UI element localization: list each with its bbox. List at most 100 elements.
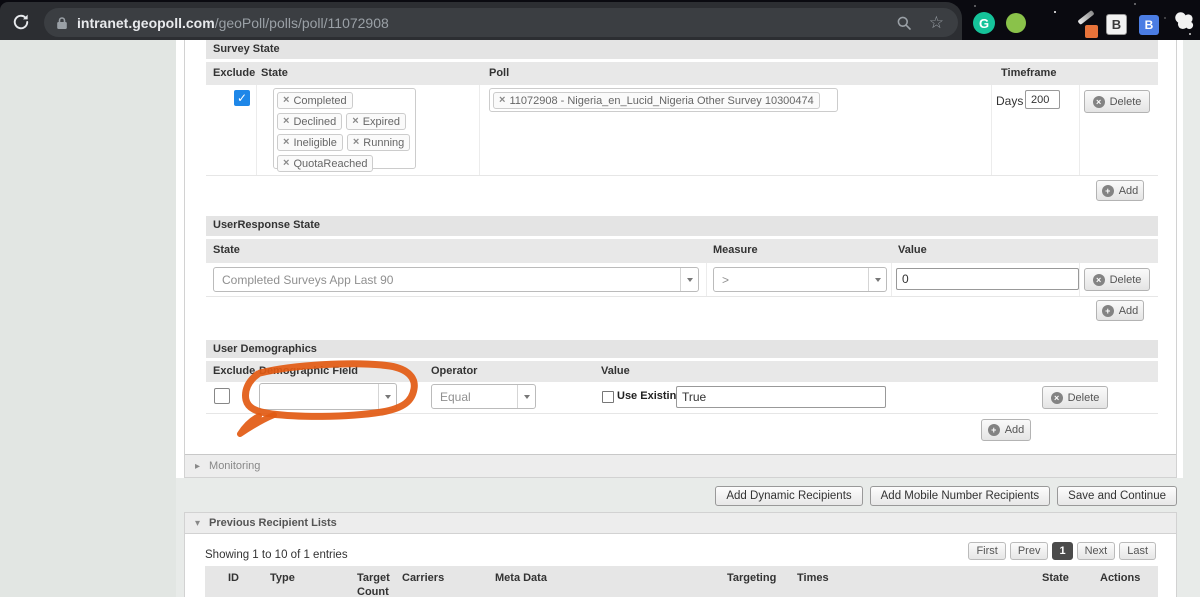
- col-times: Times: [797, 572, 829, 584]
- browser-chrome: intranet.geopoll.com/geoPoll/polls/poll/…: [0, 0, 1200, 40]
- measure-select[interactable]: >: [713, 267, 887, 292]
- poll-multiselect[interactable]: ×11072908 - Nigeria_en_Lucid_Nigeria Oth…: [489, 88, 838, 112]
- state-multiselect[interactable]: ×Completed ×Declined ×Expired ×Ineligibl…: [273, 88, 416, 169]
- b-white-extension-icon[interactable]: B: [1106, 14, 1127, 35]
- add-button[interactable]: +Add: [1096, 300, 1144, 321]
- col-actions: Actions: [1100, 572, 1140, 584]
- remove-tag-icon[interactable]: ×: [352, 116, 358, 127]
- add-mobile-number-recipients-button[interactable]: Add Mobile Number Recipients: [870, 486, 1051, 506]
- remove-tag-icon[interactable]: ×: [283, 116, 289, 127]
- chevron-right-icon: ▸: [195, 461, 200, 472]
- demographic-field-select[interactable]: [259, 383, 397, 410]
- state-tag: ×Running: [347, 134, 410, 151]
- user-response-state-section-header: UserResponse State: [206, 216, 1158, 236]
- footer-actions: Add Dynamic Recipients Add Mobile Number…: [184, 486, 1177, 506]
- col-value: Value: [898, 244, 927, 256]
- recipient-table-header: ID Type Target Count Carriers Meta Data …: [205, 566, 1158, 597]
- survey-state-column-headers: Exclude State Poll Timeframe: [206, 62, 1158, 85]
- search-icon[interactable]: [896, 15, 912, 31]
- url-domain: intranet.geopoll.com: [77, 15, 215, 31]
- delete-button[interactable]: ×Delete: [1084, 268, 1150, 291]
- user-demographics-section-header: User Demographics: [206, 340, 1158, 358]
- address-bar-actions: ☆: [896, 14, 946, 31]
- pagination-first[interactable]: First: [968, 542, 1005, 560]
- user-demographics-row: Equal Use Existing ×Delete: [206, 382, 1158, 414]
- state-tag: ×QuotaReached: [277, 155, 373, 172]
- column-divider: [991, 85, 992, 175]
- reload-icon[interactable]: [11, 12, 31, 32]
- monitoring-accordion[interactable]: ▸ Monitoring: [185, 454, 1176, 477]
- col-target-count: Target Count: [357, 572, 403, 597]
- add-icon: +: [1102, 305, 1114, 317]
- pagination-prev[interactable]: Prev: [1010, 542, 1049, 560]
- remove-tag-icon[interactable]: ×: [283, 158, 289, 169]
- operator-select[interactable]: Equal: [431, 384, 536, 409]
- col-demographic-field: Demographic Field: [259, 365, 358, 377]
- url-text: intranet.geopoll.com/geoPoll/polls/poll/…: [77, 15, 389, 31]
- pagination-current-page[interactable]: 1: [1052, 542, 1072, 560]
- orange-extension-icon[interactable]: [1085, 25, 1098, 38]
- delete-button[interactable]: ×Delete: [1084, 90, 1150, 113]
- column-divider: [1079, 85, 1080, 175]
- add-button[interactable]: +Add: [1096, 180, 1144, 201]
- col-timeframe: Timeframe: [1001, 67, 1056, 79]
- b-blue-extension-icon[interactable]: B: [1139, 15, 1159, 35]
- user-demographics-column-headers: Exclude Demographic Field Operator Value: [206, 361, 1158, 382]
- value-input[interactable]: [896, 268, 1079, 290]
- grammarly-extension-icon[interactable]: G: [973, 12, 995, 34]
- col-targeting: Targeting: [727, 572, 776, 584]
- address-bar[interactable]: intranet.geopoll.com/geoPoll/polls/poll/…: [44, 8, 958, 37]
- state-tag: ×Declined: [277, 113, 342, 130]
- url-path: /geoPoll/polls/poll/11072908: [215, 15, 389, 31]
- extensions-puzzle-icon[interactable]: [1172, 9, 1198, 35]
- remove-tag-icon[interactable]: ×: [283, 137, 289, 148]
- col-value: Value: [601, 365, 630, 377]
- pagination-last[interactable]: Last: [1119, 542, 1156, 560]
- col-measure: Measure: [713, 244, 758, 256]
- panel-right-gutter: [1177, 40, 1183, 478]
- survey-state-row: ✓ ×Completed ×Declined ×Expired ×Ineligi…: [206, 85, 1158, 176]
- bookmark-star-icon[interactable]: ☆: [929, 14, 944, 31]
- green-dot-extension-icon[interactable]: [1006, 13, 1026, 33]
- remove-tag-icon[interactable]: ×: [353, 137, 359, 148]
- col-exclude: Exclude: [213, 365, 255, 377]
- delete-icon: ×: [1093, 274, 1105, 286]
- pagination-next[interactable]: Next: [1077, 542, 1116, 560]
- remove-tag-icon[interactable]: ×: [499, 95, 505, 106]
- use-existing-checkbox[interactable]: [602, 391, 614, 403]
- col-state: State: [1042, 572, 1069, 584]
- state-tag: ×Expired: [346, 113, 406, 130]
- delete-button[interactable]: ×Delete: [1042, 386, 1108, 409]
- column-divider: [256, 85, 257, 175]
- pagination: First Prev 1 Next Last: [968, 542, 1156, 560]
- column-divider: [706, 263, 707, 296]
- delete-icon: ×: [1093, 96, 1105, 108]
- add-button[interactable]: +Add: [981, 419, 1031, 441]
- col-exclude: Exclude: [213, 67, 255, 79]
- panel-left-gutter: [176, 40, 184, 478]
- screen: intranet.geopoll.com/geoPoll/polls/poll/…: [0, 0, 1200, 597]
- pen-extension-icon[interactable]: [1077, 10, 1094, 25]
- chevron-down-icon: [680, 268, 698, 291]
- demographic-value-input[interactable]: [676, 386, 886, 408]
- state-select[interactable]: Completed Surveys App Last 90: [213, 267, 699, 292]
- exclude-checkbox[interactable]: [214, 388, 230, 404]
- remove-tag-icon[interactable]: ×: [283, 95, 289, 106]
- col-poll: Poll: [489, 67, 509, 79]
- column-divider: [1079, 263, 1080, 296]
- add-dynamic-recipients-button[interactable]: Add Dynamic Recipients: [715, 486, 862, 506]
- save-and-continue-button[interactable]: Save and Continue: [1057, 486, 1177, 506]
- column-divider: [891, 263, 892, 296]
- monitoring-label: Monitoring: [209, 460, 260, 472]
- previous-recipient-lists-panel: ▾ Previous Recipient Lists Showing 1 to …: [184, 512, 1177, 597]
- chevron-down-icon: ▾: [195, 518, 200, 529]
- days-input[interactable]: [1025, 90, 1060, 109]
- browser-toolbar: intranet.geopoll.com/geoPoll/polls/poll/…: [0, 2, 962, 40]
- user-response-row: Completed Surveys App Last 90 > ×Delete: [206, 263, 1158, 297]
- col-operator: Operator: [431, 365, 477, 377]
- exclude-checkbox[interactable]: ✓: [234, 90, 250, 106]
- previous-recipient-lists-accordion[interactable]: ▾ Previous Recipient Lists: [185, 513, 1176, 534]
- state-tag: ×Completed: [277, 92, 353, 109]
- user-response-column-headers: State Measure Value: [206, 239, 1158, 263]
- user-response-add-row: +Add: [206, 296, 1158, 326]
